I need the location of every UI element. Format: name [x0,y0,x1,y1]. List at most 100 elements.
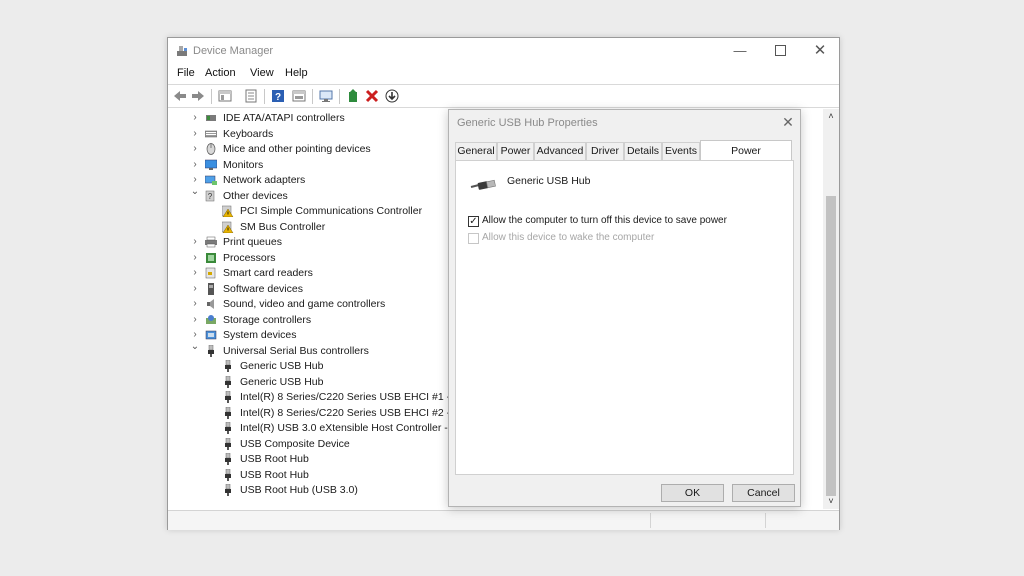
tree-category[interactable]: › Network adapters [168,173,458,188]
chevron-right-icon[interactable]: › [190,252,200,264]
svg-text:?: ? [208,192,213,201]
tree-category[interactable]: ⌄? Other devices [168,186,458,204]
tree-category[interactable]: › Keyboards [168,127,458,142]
title-bar[interactable]: Device Manager — ✕ [168,38,839,64]
chevron-right-icon[interactable]: › [190,174,200,186]
properties-sheet-icon[interactable] [244,89,258,103]
menu-view[interactable]: View [250,67,274,79]
close-button[interactable]: ✕ [800,38,840,64]
tab-events[interactable]: Events [662,142,700,160]
tree-device[interactable]: Generic USB Hub [168,375,458,390]
chevron-right-icon[interactable]: › [190,143,200,155]
chevron-down-icon[interactable]: ⌄ [190,341,200,353]
usb-plug-icon [225,468,231,481]
tree-device[interactable]: USB Root Hub (USB 3.0) [168,483,458,498]
tree-device[interactable]: PCI Simple Communications Controller [168,204,458,219]
usb-plug-icon [225,437,231,450]
view-list-icon[interactable] [292,89,306,103]
tree-category[interactable]: › Mice and other pointing devices [168,142,458,157]
tree-item-label: Smart card readers [223,267,313,279]
usb-cable-icon [470,179,496,190]
tree-item-label: Intel(R) 8 Series/C220 Series USB EHCI #… [240,391,473,403]
tree-device[interactable]: Intel(R) 8 Series/C220 Series USB EHCI #… [168,406,472,421]
tree-device[interactable]: Intel(R) USB 3.0 eXtensible Host Control… [168,421,463,436]
tree-category[interactable]: › Monitors [168,158,458,173]
tab-power[interactable]: Power [497,142,534,160]
tree-category[interactable]: › IDE ATA/ATAPI controllers [168,111,458,126]
processor-icon [206,252,216,263]
dialog-close-icon[interactable]: ✕ [779,113,797,131]
enable-device-icon[interactable] [385,89,399,103]
help-icon[interactable]: ? [271,89,285,103]
mouse-icon [206,143,216,155]
tree-device[interactable]: USB Composite Device [168,437,458,452]
chevron-right-icon[interactable]: › [190,298,200,310]
warning-device-icon [222,205,234,217]
scan-hardware-icon[interactable] [319,89,333,103]
chevron-down-icon[interactable]: ⌄ [190,186,200,198]
device-manager-icon [177,46,187,56]
chevron-right-icon[interactable]: › [190,329,200,341]
warning-device-icon [222,221,234,233]
tree-item-label: USB Composite Device [240,437,350,450]
chevron-right-icon[interactable]: › [190,267,200,279]
tree-category[interactable]: › Software devices [168,282,458,297]
tree-device[interactable]: SM Bus Controller [168,220,458,235]
update-driver-icon[interactable] [346,89,360,103]
close-icon: ✕ [813,42,827,59]
maximize-button[interactable] [760,38,800,64]
software-device-icon [208,282,214,295]
chevron-right-icon[interactable]: › [190,159,200,171]
tree-item-label: Network adapters [223,174,306,186]
tree-item-label: Monitors [223,158,264,171]
scrollbar-thumb[interactable] [826,196,836,496]
tree-device[interactable]: Intel(R) 8 Series/C220 Series USB EHCI #… [168,390,472,405]
tree-item-label: System devices [223,329,297,341]
tree-category[interactable]: › Storage controllers [168,313,458,328]
uninstall-x-icon[interactable] [365,89,379,103]
show-hide-tree-icon[interactable] [218,89,232,103]
chevron-right-icon[interactable]: › [190,112,200,124]
tree-item-label: Processors [223,251,276,264]
usb-plug-icon [225,406,231,419]
tree-category[interactable]: ⌄ Universal Serial Bus controllers [168,341,458,359]
tree-item-label: Keyboards [223,127,274,140]
usb-plug-icon [225,484,231,496]
minimize-button[interactable]: — [720,38,760,64]
tree-device[interactable]: USB Root Hub [168,468,458,483]
tab-power-management[interactable]: Power Management [700,140,792,177]
status-bar [168,510,839,530]
tree-device[interactable]: Generic USB Hub [168,359,458,374]
menu-help[interactable]: Help [285,67,308,79]
allow-turn-off-checkbox[interactable]: ✓ [468,216,479,227]
tree-category[interactable]: › Smart card readers [168,266,458,281]
scroll-up-icon[interactable]: ˄ [823,109,839,123]
chevron-right-icon[interactable]: › [190,236,200,248]
tree-device[interactable]: USB Root Hub [168,452,458,467]
vertical-scrollbar[interactable]: ˄ ˅ [823,109,839,509]
toolbar: ? [168,84,839,108]
chevron-right-icon[interactable]: › [190,128,200,140]
menu-action[interactable]: Action [205,67,236,79]
tree-category[interactable]: › System devices [168,328,458,343]
cancel-button[interactable]: Cancel [732,484,795,502]
menu-bar: File Action View Help [168,65,839,83]
allow-turn-off-label: Allow the computer to turn off this devi… [482,215,727,226]
tab-driver[interactable]: Driver [586,142,624,160]
tree-category[interactable]: › Processors [168,251,458,266]
minimize-icon: — [733,43,747,58]
tab-details[interactable]: Details [624,142,662,160]
tree-category[interactable]: › Print queues [168,235,458,250]
scroll-down-icon[interactable]: ˅ [823,494,839,508]
forward-arrow-icon[interactable] [191,89,205,103]
chevron-right-icon[interactable]: › [190,314,200,326]
ide-controller-icon [206,115,216,121]
chevron-right-icon[interactable]: › [190,283,200,295]
tab-advanced[interactable]: Advanced [534,142,586,160]
back-arrow-icon[interactable] [173,89,187,103]
menu-file[interactable]: File [177,67,195,79]
properties-dialog: Generic USB Hub Properties ✕ General Pow… [448,109,801,507]
tab-general[interactable]: General [455,142,497,160]
tree-category[interactable]: › Sound, video and game controllers [168,297,458,312]
ok-button[interactable]: OK [661,484,724,502]
